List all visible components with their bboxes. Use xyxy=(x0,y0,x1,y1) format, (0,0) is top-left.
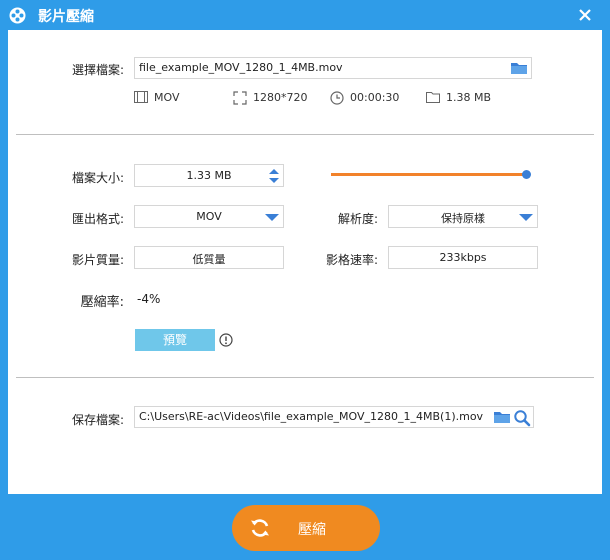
stepper-arrows-icon[interactable] xyxy=(268,167,280,185)
ratio-value: -4% xyxy=(137,292,161,306)
file-size-label: 檔案大小: xyxy=(71,171,124,185)
file-size-slider-knob[interactable] xyxy=(522,170,531,179)
divider-bottom xyxy=(16,377,594,378)
export-format-select[interactable]: MOV xyxy=(134,205,284,228)
preview-button[interactable]: 預覽 xyxy=(135,329,215,351)
folder-icon[interactable] xyxy=(493,410,511,424)
resolution-value: 保持原樣 xyxy=(441,212,485,225)
output-file-field[interactable]: C:\Users\RE-ac\Videos\file_example_MOV_1… xyxy=(134,406,534,428)
ratio-label: 壓縮率: xyxy=(80,295,124,310)
folder-outline-icon xyxy=(426,92,440,103)
quality-field[interactable]: 低質量 xyxy=(134,246,284,269)
title-bar: 影片壓縮 xyxy=(0,0,610,30)
search-icon[interactable] xyxy=(513,409,531,427)
output-file-path: C:\Users\RE-ac\Videos\file_example_MOV_1… xyxy=(139,410,484,423)
divider-top xyxy=(16,134,594,135)
clock-icon xyxy=(330,91,344,105)
film-strip-icon xyxy=(134,91,148,103)
export-format-value: MOV xyxy=(196,210,222,223)
source-file-field[interactable]: file_example_MOV_1280_1_4MB.mov xyxy=(134,57,532,79)
folder-icon[interactable] xyxy=(510,61,528,75)
info-icon[interactable] xyxy=(219,333,233,347)
file-size-slider-track[interactable] xyxy=(331,173,527,176)
info-format-text: MOV xyxy=(154,91,180,104)
compress-label: 壓縮 xyxy=(298,522,326,538)
film-reel-icon xyxy=(9,7,26,24)
chevron-down-icon xyxy=(519,214,533,221)
source-file-path: file_example_MOV_1280_1_4MB.mov xyxy=(139,61,343,74)
refresh-icon xyxy=(251,519,269,537)
bitrate-value: 233kbps xyxy=(439,251,487,264)
quality-label: 影片質量: xyxy=(71,253,124,267)
chevron-down-icon xyxy=(265,214,279,221)
quality-value: 低質量 xyxy=(192,253,226,266)
main-panel: 選擇檔案: file_example_MOV_1280_1_4MB.mov MO… xyxy=(8,30,602,494)
info-duration-text: 00:00:30 xyxy=(350,91,400,104)
export-format-label: 匯出格式: xyxy=(71,212,124,226)
close-icon[interactable] xyxy=(574,4,596,26)
file-size-value: 1.33 MB xyxy=(186,169,232,182)
source-file-label: 選擇檔案: xyxy=(71,63,124,77)
resolution-label: 解析度: xyxy=(337,212,378,226)
bitrate-field[interactable]: 233kbps xyxy=(388,246,538,269)
bitrate-label: 影格速率: xyxy=(325,253,378,267)
output-file-label: 保存檔案: xyxy=(71,413,124,427)
resize-icon xyxy=(233,91,247,105)
info-size-text: 1.38 MB xyxy=(446,91,492,104)
resolution-select[interactable]: 保持原樣 xyxy=(388,205,538,228)
compress-button[interactable]: 壓縮 xyxy=(232,505,380,551)
file-size-stepper[interactable]: 1.33 MB xyxy=(134,164,284,187)
window-title: 影片壓縮 xyxy=(38,9,94,25)
info-resolution-text: 1280*720 xyxy=(253,91,308,104)
